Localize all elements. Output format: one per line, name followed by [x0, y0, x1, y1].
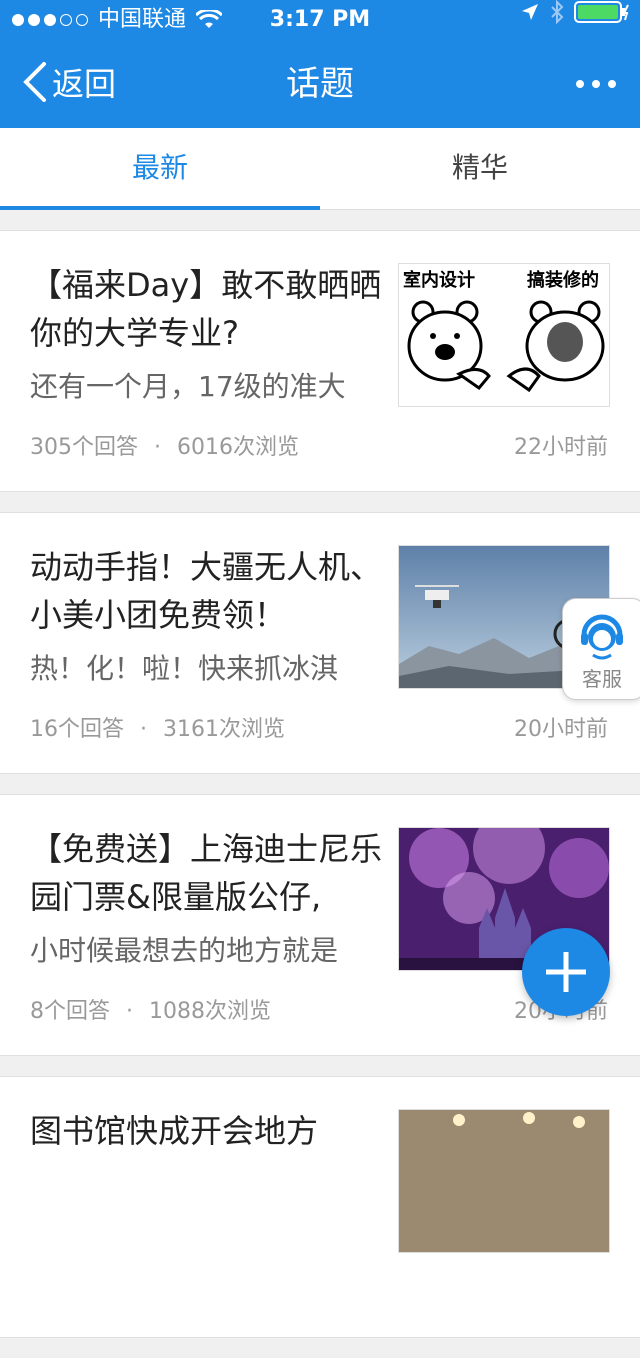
more-dot [576, 80, 584, 88]
topic-card[interactable]: 动动手指！大疆无人机、小美小团免费领！ 热！化！啦！快来抓冰淇 16个回答 · 31… [0, 512, 640, 774]
topic-card[interactable]: 【福来Day】敢不敢晒晒你的大学专业? 还有一个月，17级的准大 305个回答 ·… [0, 230, 640, 492]
more-options-button[interactable] [576, 70, 616, 98]
topic-title: 【福来Day】敢不敢晒晒你的大学专业? [30, 266, 382, 352]
topic-meta: 8个回答 · 1088次浏览 [30, 993, 271, 1025]
top-bar: 中国联通 3:17 PM 返回 话题 [0, 0, 640, 128]
topic-thumbnail [398, 1109, 610, 1253]
battery-icon [574, 1, 629, 23]
customer-service-label: 客服 [582, 667, 622, 691]
library-image [399, 1110, 609, 1252]
topic-card[interactable]: 【免费送】上海迪士尼乐园门票&限量版公仔, 小时候最想去的地方就是 8个回答 · 1… [0, 794, 640, 1056]
answer-count: 305个回答 [30, 435, 138, 460]
meme-bears-image [407, 300, 605, 393]
status-bar: 中国联通 3:17 PM [0, 0, 640, 40]
answer-count: 8个回答 [30, 999, 110, 1024]
meta-separator: · [140, 717, 147, 742]
add-topic-button[interactable] [522, 928, 610, 1016]
topic-title: 【免费送】上海迪士尼乐园门票&限量版公仔, [30, 830, 383, 916]
view-count: 6016次浏览 [177, 435, 299, 460]
topic-summary: 小时候最想去的地方就是 [30, 934, 339, 967]
meta-separator: · [126, 999, 133, 1024]
tab-featured[interactable]: 精华 [320, 128, 640, 210]
customer-service-button[interactable]: 客服 [562, 598, 640, 700]
meta-separator: · [154, 435, 161, 460]
tab-indicator [0, 206, 320, 210]
bluetooth-icon [551, 0, 564, 24]
tab-bar: 最新 精华 [0, 128, 640, 210]
topic-card[interactable]: 图书馆快成开会地方 [0, 1076, 640, 1338]
page-title: 话题 [286, 64, 354, 104]
topic-summary: 还有一个月，17级的准大 [30, 370, 346, 403]
location-arrow-icon [522, 4, 538, 20]
topic-meta: 16个回答 · 3161次浏览 [30, 711, 285, 743]
topic-title: 图书馆快成开会地方 [30, 1112, 319, 1150]
nav-bar: 返回 话题 [0, 40, 640, 128]
view-count: 1088次浏览 [149, 999, 271, 1024]
topic-time: 22小时前 [514, 435, 608, 460]
topic-thumbnail: 室内设计 搞装修的 [398, 263, 610, 407]
topic-meta: 305个回答 · 6016次浏览 [30, 429, 299, 461]
plus-icon [546, 952, 586, 992]
tab-latest[interactable]: 最新 [0, 128, 320, 210]
topic-time: 20小时前 [514, 717, 608, 742]
more-dot [608, 80, 616, 88]
topic-list: 【福来Day】敢不敢晒晒你的大学专业? 还有一个月，17级的准大 305个回答 ·… [0, 230, 640, 1358]
topic-title: 动动手指！大疆无人机、小美小团免费领！ [30, 548, 383, 634]
answer-count: 16个回答 [30, 717, 124, 742]
more-dot [592, 80, 600, 88]
view-count: 3161次浏览 [163, 717, 285, 742]
headset-agent-icon [581, 614, 623, 660]
topic-summary: 热！化！啦！快来抓冰淇 [30, 652, 339, 685]
